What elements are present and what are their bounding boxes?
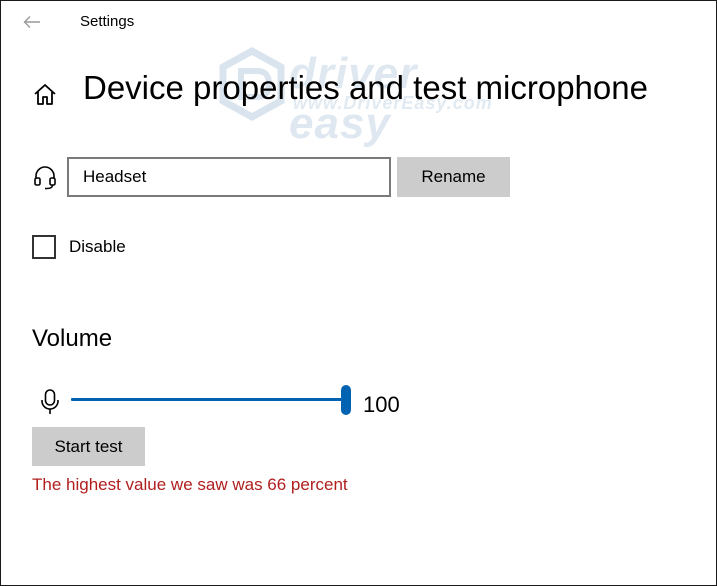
title-bar: Settings xyxy=(1,1,716,43)
disable-checkbox-row[interactable]: Disable xyxy=(32,234,126,260)
test-result-text: The highest value we saw was 66 percent xyxy=(32,475,348,494)
settings-window: Settings driver easy www.DriverEasy.com … xyxy=(0,0,717,586)
disable-checkbox[interactable] xyxy=(32,235,56,259)
volume-value: 100 xyxy=(363,392,400,417)
back-arrow-icon xyxy=(23,16,40,28)
home-icon xyxy=(34,84,56,105)
volume-section-title: Volume xyxy=(32,325,113,352)
headset-icon xyxy=(34,166,56,190)
disable-label: Disable xyxy=(69,237,126,256)
home-button[interactable] xyxy=(31,81,59,109)
page-title: Device properties and test microphone xyxy=(83,69,648,106)
microphone-icon xyxy=(41,389,59,414)
app-title: Settings xyxy=(80,13,135,30)
device-name-input[interactable] xyxy=(67,157,391,197)
volume-slider[interactable] xyxy=(69,385,351,415)
back-button[interactable] xyxy=(17,9,47,35)
rename-button[interactable]: Rename xyxy=(397,157,510,197)
start-test-button[interactable]: Start test xyxy=(32,427,145,466)
slider-thumb[interactable] xyxy=(341,385,351,415)
slider-track[interactable] xyxy=(71,398,346,401)
